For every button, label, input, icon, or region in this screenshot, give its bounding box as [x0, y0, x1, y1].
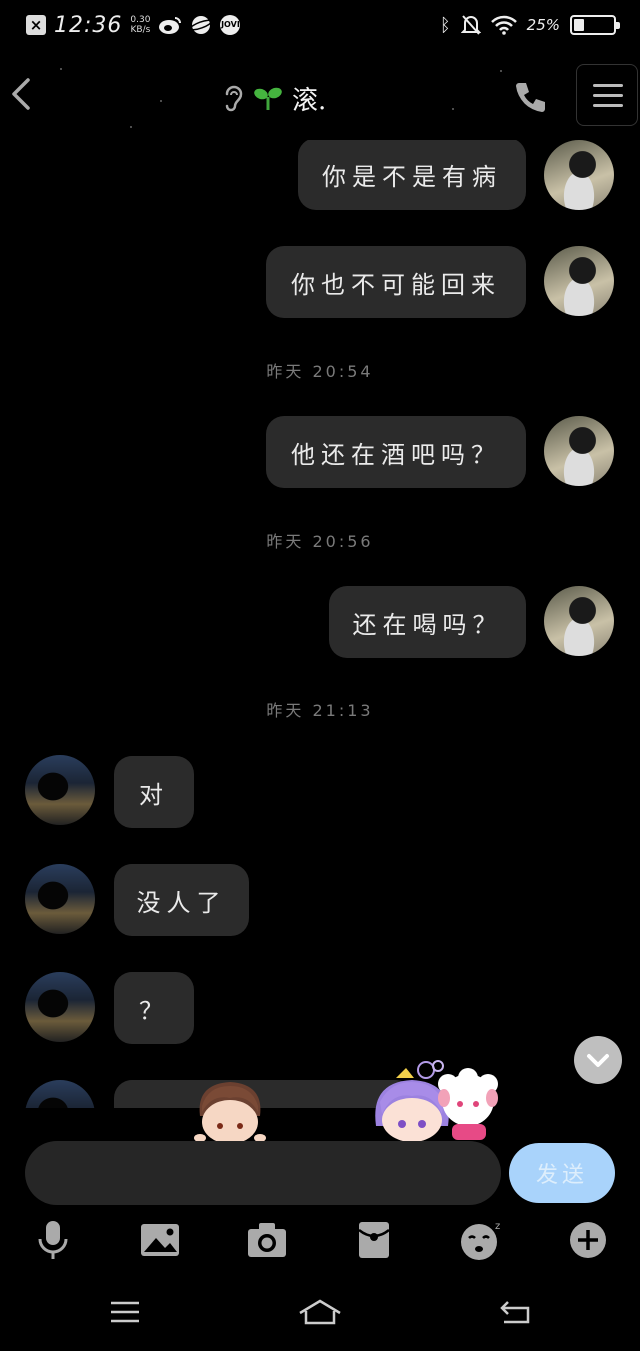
mute-icon — [460, 15, 481, 35]
battery-icon — [570, 15, 620, 35]
contact-avatar[interactable] — [25, 1080, 95, 1108]
weibo-icon — [159, 17, 182, 34]
network-speed-value: 0.30 — [130, 15, 151, 25]
battery-percent: 25% — [526, 16, 560, 34]
sticker-emoji-icon: z — [461, 1221, 500, 1260]
menu-icon-bar — [593, 84, 623, 87]
more-button[interactable] — [566, 1218, 610, 1262]
wifi-icon — [490, 15, 517, 35]
home-icon — [299, 1299, 341, 1325]
my-avatar[interactable] — [544, 246, 614, 316]
red-packet-icon — [358, 1222, 390, 1258]
microphone-icon — [38, 1221, 68, 1259]
contact-avatar[interactable] — [25, 755, 95, 825]
background-star — [130, 126, 132, 128]
battery-level — [574, 19, 584, 31]
contact-avatar[interactable] — [25, 864, 95, 934]
my-avatar[interactable] — [544, 140, 614, 210]
background-star — [500, 70, 502, 72]
scroll-to-bottom-button[interactable] — [574, 1036, 622, 1084]
close-notification-icon: × — [26, 15, 46, 35]
message-input[interactable] — [25, 1141, 501, 1205]
message-timestamp: 昨天 21:13 — [266, 701, 374, 720]
network-speed: 0.30 KB/s — [130, 15, 150, 35]
sprout-icon — [254, 87, 282, 110]
background-star — [160, 100, 162, 102]
nav-back-button[interactable] — [490, 1290, 540, 1334]
voice-button[interactable] — [31, 1218, 75, 1262]
chevron-down-icon — [587, 1054, 609, 1084]
contact-avatar[interactable] — [25, 972, 95, 1042]
chat-header: 滚. — [0, 50, 640, 140]
jovi-icon: JOVI — [220, 15, 241, 35]
network-speed-unit: KB/s — [130, 25, 151, 35]
message-bubble-out[interactable]: 还在喝吗？ — [329, 586, 526, 658]
recents-button[interactable] — [100, 1290, 150, 1334]
plus-icon — [570, 1222, 606, 1258]
planet-app-icon — [190, 16, 213, 34]
message-bubble-in[interactable]: 没人了 — [114, 864, 249, 936]
home-button[interactable] — [295, 1290, 345, 1334]
camera-button[interactable] — [245, 1218, 289, 1262]
ear-icon — [225, 85, 243, 112]
red-packet-button[interactable] — [352, 1218, 396, 1262]
background-star — [452, 108, 454, 110]
sticker-button[interactable]: z — [459, 1218, 503, 1262]
image-icon — [141, 1224, 179, 1256]
camera-icon — [248, 1223, 286, 1257]
my-avatar[interactable] — [544, 416, 614, 486]
menu-icon-bar — [593, 104, 623, 107]
recents-menu-icon — [111, 1301, 139, 1323]
back-icon — [500, 1301, 530, 1324]
status-time: 12:36 — [54, 12, 123, 38]
message-bubble-out[interactable]: 他还在酒吧吗？ — [266, 416, 526, 488]
contact-title[interactable]: 滚. — [222, 80, 326, 116]
send-button[interactable]: 发送 — [509, 1143, 615, 1203]
message-bubble-out[interactable]: 你是不是有病 — [298, 140, 526, 210]
status-bar: × 12:36 0.30 KB/s JOVI ᛒ 25% — [0, 0, 640, 50]
boy-sticker-icon — [194, 1082, 266, 1142]
sheep-sticker-icon — [438, 1068, 498, 1140]
svg-text:z: z — [495, 1221, 500, 1232]
background-star — [60, 68, 62, 70]
gallery-button[interactable] — [138, 1218, 182, 1262]
message-bubble-in[interactable]: 对 — [114, 756, 194, 828]
my-avatar[interactable] — [544, 586, 614, 656]
message-timestamp: 昨天 20:56 — [266, 532, 374, 551]
contact-name: 滚. — [292, 85, 327, 116]
message-bubble-in[interactable]: ？ — [114, 972, 194, 1044]
phone-icon[interactable] — [510, 78, 550, 118]
bluetooth-icon: ᛒ — [439, 14, 451, 36]
message-list[interactable]: 你是不是有病 你也不可能回来 昨天 20:54 他还在酒吧吗？ 昨天 20:56… — [0, 140, 640, 1108]
message-timestamp: 昨天 20:54 — [266, 362, 374, 381]
menu-icon-bar — [593, 94, 623, 97]
back-arrow-icon[interactable] — [6, 74, 36, 114]
message-bubble-out[interactable]: 你也不可能回来 — [266, 246, 526, 318]
menu-icon[interactable] — [576, 64, 638, 126]
